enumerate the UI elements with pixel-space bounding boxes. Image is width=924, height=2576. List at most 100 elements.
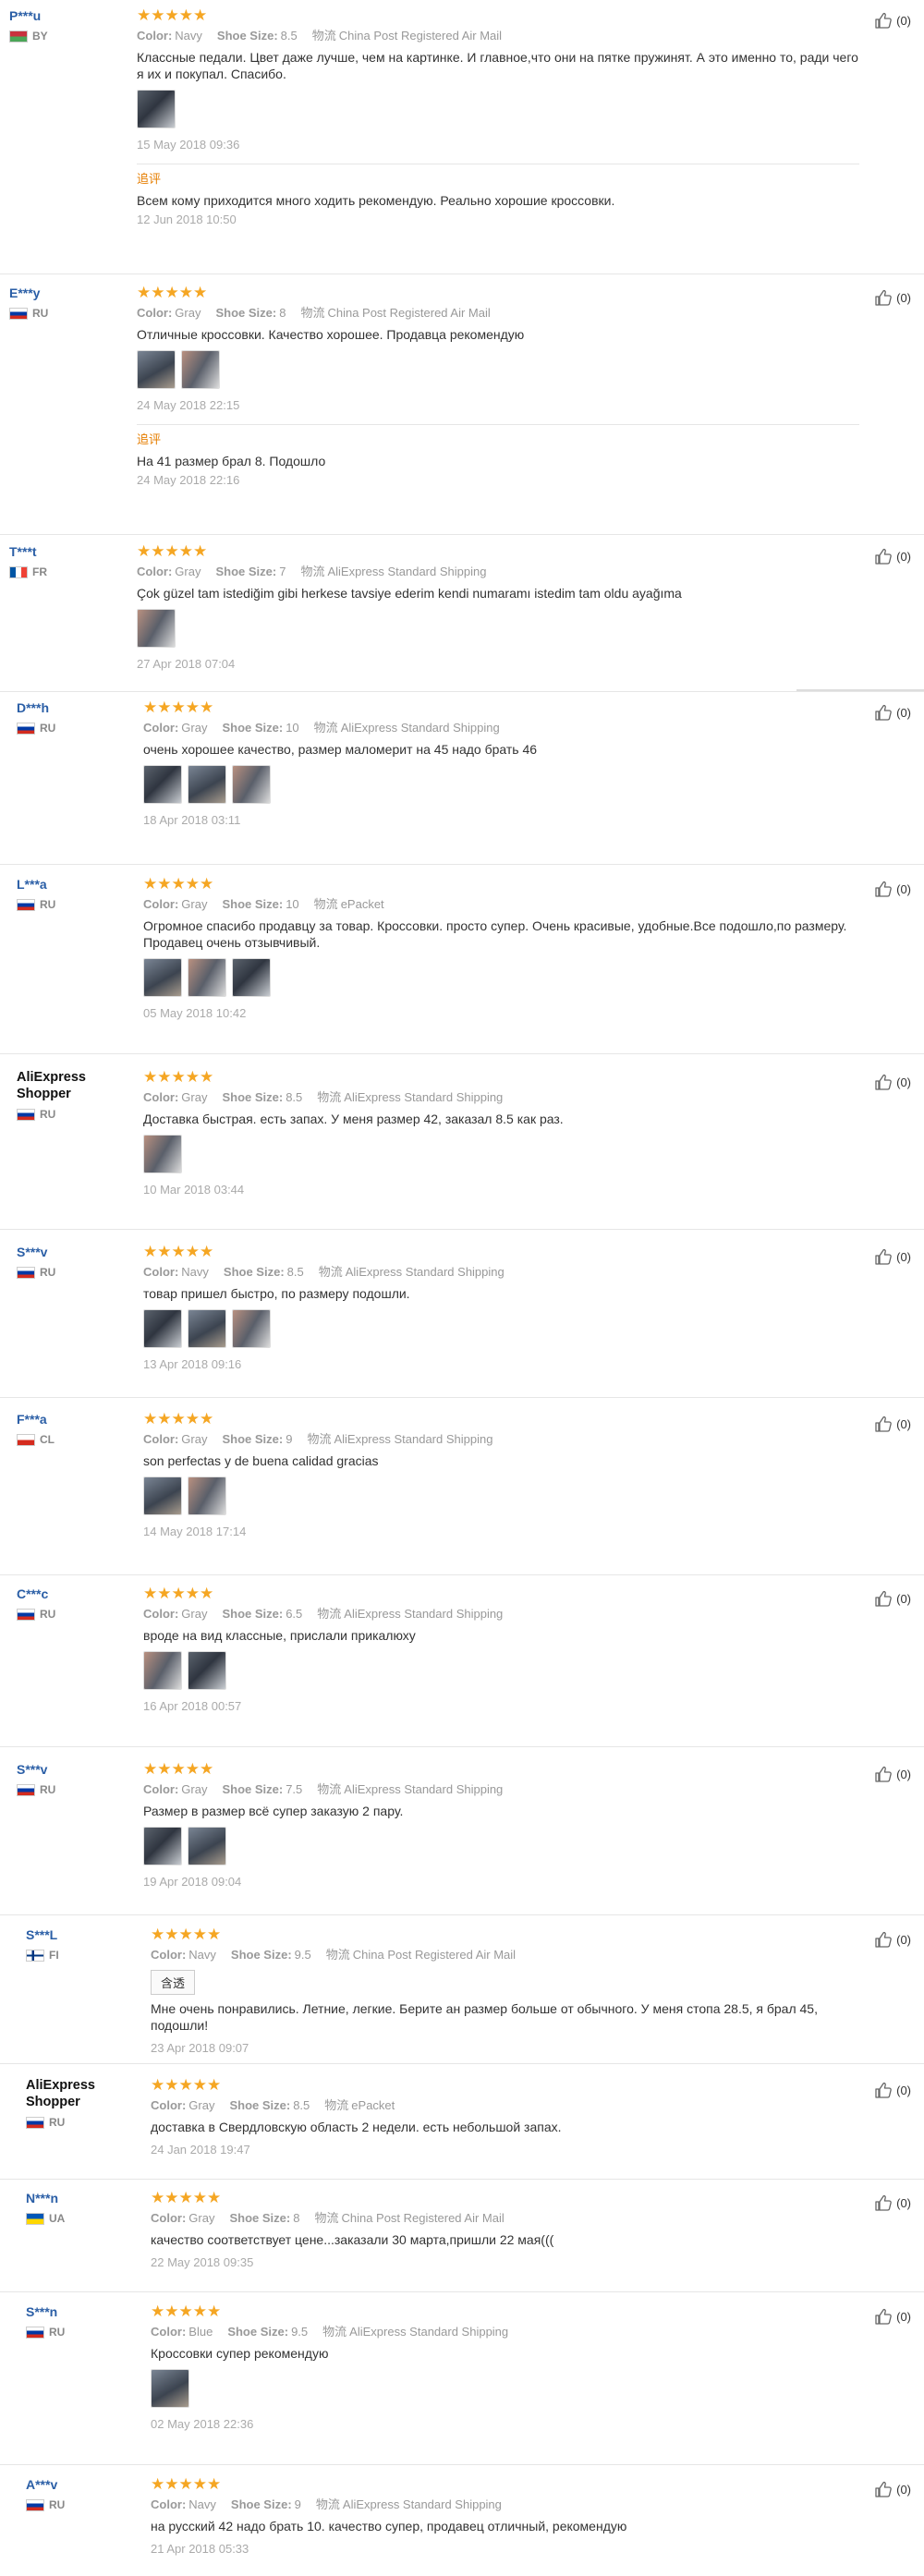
reviewer-name[interactable]: C***c — [17, 1586, 137, 1602]
review-photos — [143, 1476, 859, 1515]
reviewer-name[interactable]: L***a — [17, 876, 137, 893]
review-photo-thumbnail[interactable] — [188, 1651, 226, 1690]
reviewer-info: E***y RU — [9, 285, 129, 320]
additional-feedback-label: 追评 — [137, 432, 162, 446]
shoe-size-label: Shoe Size: — [215, 306, 277, 320]
review-photo-thumbnail[interactable] — [137, 609, 176, 648]
reviewer-name[interactable]: F***a — [17, 1411, 137, 1428]
divider — [0, 1574, 924, 1575]
thumbs-up-icon[interactable] — [874, 1589, 893, 1608]
helpful-button[interactable]: (0) — [874, 1589, 911, 1608]
country-flag-icon — [9, 565, 28, 578]
thumbs-up-icon[interactable] — [874, 11, 893, 30]
thumbs-up-icon[interactable] — [874, 2193, 893, 2212]
thumbs-up-icon[interactable] — [874, 2480, 893, 2498]
thumbs-up-icon[interactable] — [874, 1930, 893, 1949]
reviewer-name[interactable]: AliExpress Shopper — [26, 2077, 146, 2110]
reviewer-country: BY — [9, 30, 129, 43]
country-flag-icon — [17, 1433, 35, 1446]
helpful-button[interactable]: (0) — [874, 288, 911, 307]
helpful-button[interactable]: (0) — [874, 880, 911, 898]
helpful-button[interactable]: (0) — [874, 1930, 911, 1949]
helpful-button[interactable]: (0) — [874, 11, 911, 30]
rating-stars: ★★★★★ — [143, 1068, 214, 1086]
reviewer-name[interactable]: S***n — [26, 2303, 146, 2320]
thumbs-up-icon[interactable] — [874, 288, 893, 307]
color-label: Color: — [151, 2098, 187, 2112]
review-photo-thumbnail[interactable] — [137, 90, 176, 128]
review-photo-thumbnail[interactable] — [188, 1476, 226, 1515]
divider — [0, 691, 924, 692]
review-photo-thumbnail[interactable] — [232, 765, 271, 804]
color-label: Color: — [151, 2325, 187, 2339]
reviewer-name[interactable]: E***y — [9, 285, 129, 301]
thumbs-up-icon[interactable] — [874, 1073, 893, 1091]
reviewer-info: A***v RU — [26, 2476, 146, 2511]
thumbs-up-icon[interactable] — [874, 2081, 893, 2099]
country-code: RU — [49, 2498, 66, 2511]
helpful-button[interactable]: (0) — [874, 2307, 911, 2326]
translate-button[interactable]: 含透 — [151, 1970, 196, 1995]
helpful-button[interactable]: (0) — [874, 1073, 911, 1091]
review-body: ★★★★★ Color: Gray Shoe Size: 8 物流 China Post R… — [137, 285, 859, 488]
helpful-count: (0) — [896, 290, 911, 305]
divider — [796, 689, 924, 691]
review-photo-thumbnail[interactable] — [143, 1476, 182, 1515]
thumbs-up-icon[interactable] — [874, 703, 893, 722]
reviewer-name[interactable]: AliExpress Shopper — [17, 1069, 137, 1102]
review-photo-thumbnail[interactable] — [143, 765, 182, 804]
review-photo-thumbnail[interactable] — [188, 1827, 226, 1865]
review-photo-thumbnail[interactable] — [143, 1309, 182, 1348]
review-photo-thumbnail[interactable] — [188, 765, 226, 804]
thumbs-up-icon[interactable] — [874, 880, 893, 898]
reviewer-name[interactable]: T***t — [9, 543, 129, 560]
helpful-button[interactable]: (0) — [874, 2081, 911, 2099]
shoe-size-value: 7 — [279, 565, 286, 578]
review-photo-thumbnail[interactable] — [143, 1135, 182, 1173]
shipping-label: 物流 — [313, 721, 338, 735]
divider — [0, 2063, 924, 2064]
reviewer-name[interactable]: P***u — [9, 7, 129, 24]
country-code: RU — [32, 307, 49, 320]
thumbs-up-icon[interactable] — [874, 1765, 893, 1783]
helpful-button[interactable]: (0) — [874, 2193, 911, 2212]
thumbs-up-icon[interactable] — [874, 1247, 893, 1266]
reviewer-name[interactable]: A***v — [26, 2476, 146, 2493]
shipping-label: 物流 — [322, 2325, 347, 2339]
review-photo-thumbnail[interactable] — [151, 2369, 189, 2408]
helpful-count: (0) — [896, 13, 911, 28]
helpful-button[interactable]: (0) — [874, 2480, 911, 2498]
reviewer-name[interactable]: S***L — [26, 1926, 146, 1943]
order-info: Color: Gray Shoe Size: 6.5 物流 AliExpress Stan… — [143, 1607, 859, 1622]
reviewer-country: RU — [26, 2116, 146, 2129]
order-info: Color: Gray Shoe Size: 7.5 物流 AliExpress Stan… — [143, 1782, 859, 1797]
review-photo-thumbnail[interactable] — [143, 1827, 182, 1865]
helpful-button[interactable]: (0) — [874, 703, 911, 722]
review-photo-thumbnail[interactable] — [181, 350, 220, 389]
color-label: Color: — [137, 565, 173, 578]
reviewer-name[interactable]: D***h — [17, 699, 137, 716]
review-photo-thumbnail[interactable] — [137, 350, 176, 389]
helpful-count: (0) — [896, 549, 911, 564]
reviewer-name[interactable]: S***v — [17, 1244, 137, 1260]
review-body: ★★★★★ Color: Navy Shoe Size: 9.5 物流 China Post… — [151, 1926, 859, 2056]
color-value: Gray — [181, 1090, 208, 1104]
review-photo-thumbnail[interactable] — [232, 1309, 271, 1348]
thumbs-up-icon[interactable] — [874, 2307, 893, 2326]
review-photo-thumbnail[interactable] — [143, 1651, 182, 1690]
helpful-button[interactable]: (0) — [874, 1247, 911, 1266]
shipping-label: 物流 — [314, 2211, 339, 2225]
review-photo-thumbnail[interactable] — [143, 958, 182, 997]
review-photo-thumbnail[interactable] — [188, 1309, 226, 1348]
reviewer-name[interactable]: S***v — [17, 1761, 137, 1778]
shipping-value: AliExpress Standard Shipping — [344, 1090, 504, 1104]
helpful-button[interactable]: (0) — [874, 1415, 911, 1433]
reviewer-name[interactable]: N***n — [26, 2190, 146, 2206]
review-photo-thumbnail[interactable] — [232, 958, 271, 997]
thumbs-up-icon[interactable] — [874, 1415, 893, 1433]
review-photo-thumbnail[interactable] — [188, 958, 226, 997]
helpful-button[interactable]: (0) — [874, 547, 911, 565]
thumbs-up-icon[interactable] — [874, 547, 893, 565]
reviewer-country: RU — [26, 2498, 146, 2511]
helpful-button[interactable]: (0) — [874, 1765, 911, 1783]
